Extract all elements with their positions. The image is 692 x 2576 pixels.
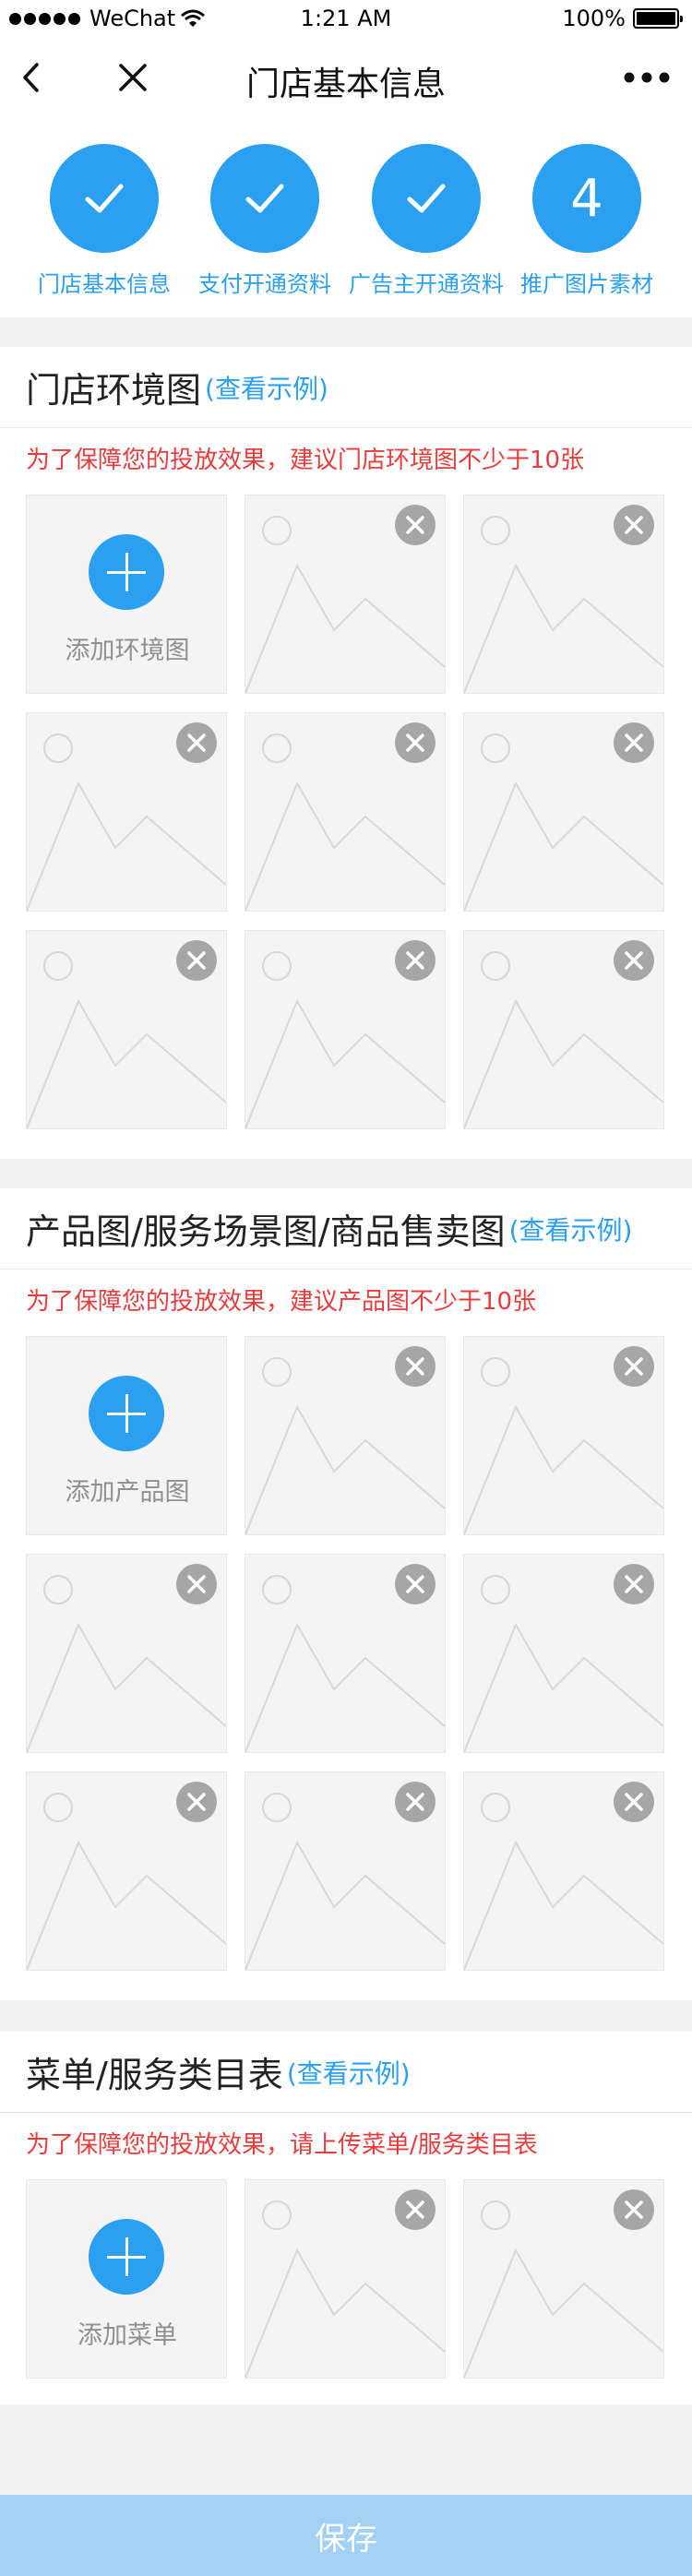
add-image-button[interactable]: 添加菜单 <box>26 2179 227 2379</box>
step-done-icon <box>50 144 159 253</box>
section-title: 产品图/服务场景图/商品售卖图 <box>26 1211 506 1252</box>
remove-icon[interactable] <box>395 1564 435 1604</box>
select-radio[interactable] <box>481 1575 510 1604</box>
remove-icon[interactable] <box>614 1346 654 1387</box>
image-thumbnail[interactable] <box>463 2179 664 2379</box>
select-radio[interactable] <box>43 1575 73 1604</box>
section-header: 菜单/服务类目表 (查看示例) <box>0 2032 692 2113</box>
remove-icon[interactable] <box>395 1346 435 1387</box>
progress-steps: 门店基本信息 支付开通资料 广告主开通资料 4 推广图片素材 <box>0 118 692 317</box>
select-radio[interactable] <box>43 951 73 981</box>
select-radio[interactable] <box>43 733 73 763</box>
remove-icon[interactable] <box>614 505 654 545</box>
remove-icon[interactable] <box>395 1782 435 1822</box>
step-number: 4 <box>532 144 641 253</box>
view-example-link[interactable]: (查看示例) <box>205 369 328 406</box>
select-radio[interactable] <box>481 516 510 545</box>
section-title: 菜单/服务类目表 <box>26 2055 283 2095</box>
save-button[interactable]: 保存 <box>0 2495 692 2576</box>
status-bar: WeChat 1:21 AM 100% <box>0 0 692 37</box>
remove-icon[interactable] <box>395 505 435 545</box>
image-thumbnail[interactable] <box>245 1336 446 1535</box>
select-radio[interactable] <box>262 951 292 981</box>
more-icon[interactable] <box>622 57 672 98</box>
image-thumbnail[interactable] <box>26 712 227 912</box>
remove-icon[interactable] <box>395 2189 435 2230</box>
battery-info: 100% <box>562 6 683 31</box>
section-header: 门店环境图 (查看示例) <box>0 347 692 428</box>
select-radio[interactable] <box>481 1357 510 1387</box>
select-radio[interactable] <box>262 733 292 763</box>
add-image-button[interactable]: 添加环境图 <box>26 495 227 694</box>
add-image-label: 添加产品图 <box>65 1478 190 1507</box>
select-radio[interactable] <box>262 516 292 545</box>
add-image-label: 添加菜单 <box>78 2321 177 2350</box>
select-radio[interactable] <box>262 1357 292 1387</box>
battery-icon <box>633 8 683 29</box>
image-thumbnail[interactable] <box>245 1554 446 1753</box>
remove-icon[interactable] <box>614 1782 654 1822</box>
remove-icon[interactable] <box>176 1782 217 1822</box>
section-environment: 门店环境图 (查看示例) 为了保障您的投放效果，建议门店环境图不少于10张 添加… <box>0 347 692 1159</box>
image-thumbnail[interactable] <box>245 2179 446 2379</box>
select-radio[interactable] <box>262 2200 292 2230</box>
remove-icon[interactable] <box>395 722 435 763</box>
step-3: 广告主开通资料 <box>343 144 509 298</box>
image-thumbnail[interactable] <box>245 1771 446 1971</box>
add-image-label: 添加环境图 <box>65 637 190 665</box>
section-title: 门店环境图 <box>26 370 202 411</box>
step-4: 4 推广图片素材 <box>504 144 670 298</box>
image-thumbnail[interactable] <box>245 712 446 912</box>
step-1: 门店基本信息 <box>21 144 187 298</box>
select-radio[interactable] <box>481 733 510 763</box>
plus-icon <box>89 1376 164 1451</box>
section-hint: 为了保障您的投放效果，请上传菜单/服务类目表 <box>26 2130 538 2159</box>
remove-icon[interactable] <box>614 940 654 981</box>
image-thumbnail[interactable] <box>463 1336 664 1535</box>
add-image-button[interactable]: 添加产品图 <box>26 1336 227 1535</box>
image-thumbnail[interactable] <box>463 712 664 912</box>
remove-icon[interactable] <box>395 940 435 981</box>
remove-icon[interactable] <box>176 1564 217 1604</box>
section-hint: 为了保障您的投放效果，建议门店环境图不少于10张 <box>26 446 585 474</box>
image-thumbnail[interactable] <box>26 1554 227 1753</box>
remove-icon[interactable] <box>614 2189 654 2230</box>
plus-icon <box>89 2219 164 2295</box>
image-thumbnail[interactable] <box>463 1771 664 1971</box>
remove-icon[interactable] <box>176 940 217 981</box>
select-radio[interactable] <box>481 2200 510 2230</box>
section-menu: 菜单/服务类目表 (查看示例) 为了保障您的投放效果，请上传菜单/服务类目表 添… <box>0 2032 692 2404</box>
section-hint: 为了保障您的投放效果，建议产品图不少于10张 <box>26 1287 537 1316</box>
page-title: 门店基本信息 <box>245 66 446 103</box>
image-thumbnail[interactable] <box>245 930 446 1129</box>
step-label: 广告主开通资料 <box>349 271 504 297</box>
section-header: 产品图/服务场景图/商品售卖图 (查看示例) <box>0 1188 692 1270</box>
step-label: 门店基本信息 <box>38 271 171 297</box>
image-thumbnail[interactable] <box>26 930 227 1129</box>
remove-icon[interactable] <box>614 722 654 763</box>
battery-percent: 100% <box>562 6 626 31</box>
step-done-icon <box>210 144 319 253</box>
view-example-link[interactable]: (查看示例) <box>509 1210 633 1247</box>
nav-bar: 门店基本信息 <box>0 37 692 118</box>
remove-icon[interactable] <box>176 722 217 763</box>
remove-icon[interactable] <box>614 1564 654 1604</box>
select-radio[interactable] <box>481 951 510 981</box>
section-products: 产品图/服务场景图/商品售卖图 (查看示例) 为了保障您的投放效果，建议产品图不… <box>0 1188 692 2000</box>
image-thumbnail[interactable] <box>26 1771 227 1971</box>
image-thumbnail[interactable] <box>463 1554 664 1753</box>
select-radio[interactable] <box>262 1575 292 1604</box>
select-radio[interactable] <box>262 1793 292 1822</box>
plus-icon <box>89 534 164 610</box>
view-example-link[interactable]: (查看示例) <box>287 2054 411 2091</box>
step-label: 支付开通资料 <box>198 271 331 297</box>
step-label: 推广图片素材 <box>520 271 653 297</box>
image-thumbnail[interactable] <box>245 495 446 694</box>
image-thumbnail[interactable] <box>463 930 664 1129</box>
step-done-icon <box>372 144 481 253</box>
step-2: 支付开通资料 <box>182 144 348 298</box>
image-thumbnail[interactable] <box>463 495 664 694</box>
select-radio[interactable] <box>481 1793 510 1822</box>
select-radio[interactable] <box>43 1793 73 1822</box>
